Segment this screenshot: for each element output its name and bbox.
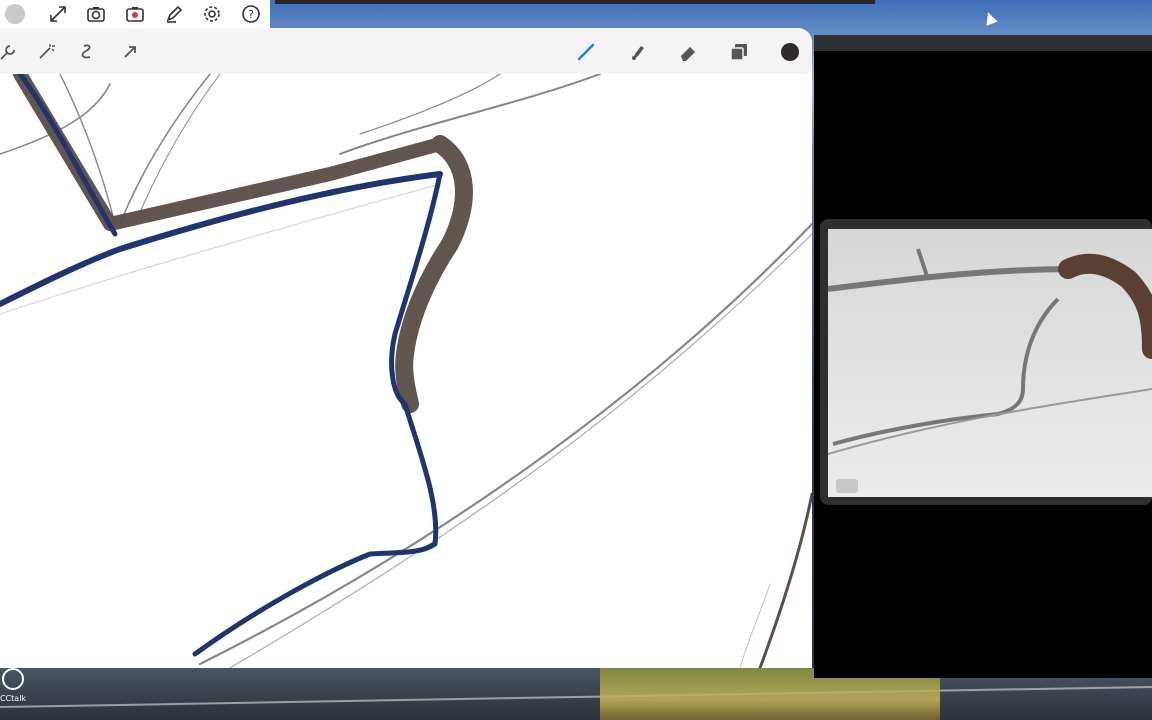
recording-toolbar: ?	[0, 0, 270, 28]
watermark-text: CCtalk	[0, 694, 27, 703]
eraser-icon[interactable]	[676, 40, 700, 64]
help-icon[interactable]: ?	[231, 0, 270, 28]
wrench-icon[interactable]	[0, 40, 20, 64]
panel-header	[814, 35, 1152, 51]
expand-icon[interactable]	[39, 0, 78, 28]
brown-brush-strokes	[13, 74, 473, 413]
user-avatar[interactable]	[0, 0, 39, 28]
transform-arrow-icon[interactable]	[118, 40, 142, 64]
layers-icon[interactable]	[727, 40, 751, 64]
camera-icon[interactable]	[77, 0, 116, 28]
drawing-app-window	[0, 28, 812, 668]
tablet-screen	[827, 229, 1152, 497]
settings-icon[interactable]	[193, 0, 232, 28]
window-title-strip	[275, 0, 875, 4]
cctalk-logo-icon	[2, 668, 24, 690]
camera-preview-panel	[814, 35, 1152, 678]
svg-text:?: ?	[248, 8, 254, 21]
selection-icon[interactable]	[76, 40, 100, 64]
record-icon[interactable]	[116, 0, 155, 28]
road-line	[0, 685, 1152, 709]
avatar	[5, 4, 26, 24]
tablet-drawing-preview	[827, 248, 1152, 493]
smudge-icon[interactable]	[625, 40, 649, 64]
color-swatch-icon[interactable]	[778, 40, 802, 64]
cctalk-watermark: CCtalk	[0, 668, 28, 708]
brush-edit-icon[interactable]	[154, 0, 193, 28]
drawing-canvas[interactable]	[0, 74, 812, 668]
app-toolbar	[0, 28, 812, 74]
brush-icon[interactable]	[574, 40, 598, 64]
canvas-artwork	[0, 74, 812, 668]
magic-wand-icon[interactable]	[34, 40, 58, 64]
tablet-camera-view	[820, 219, 1152, 505]
